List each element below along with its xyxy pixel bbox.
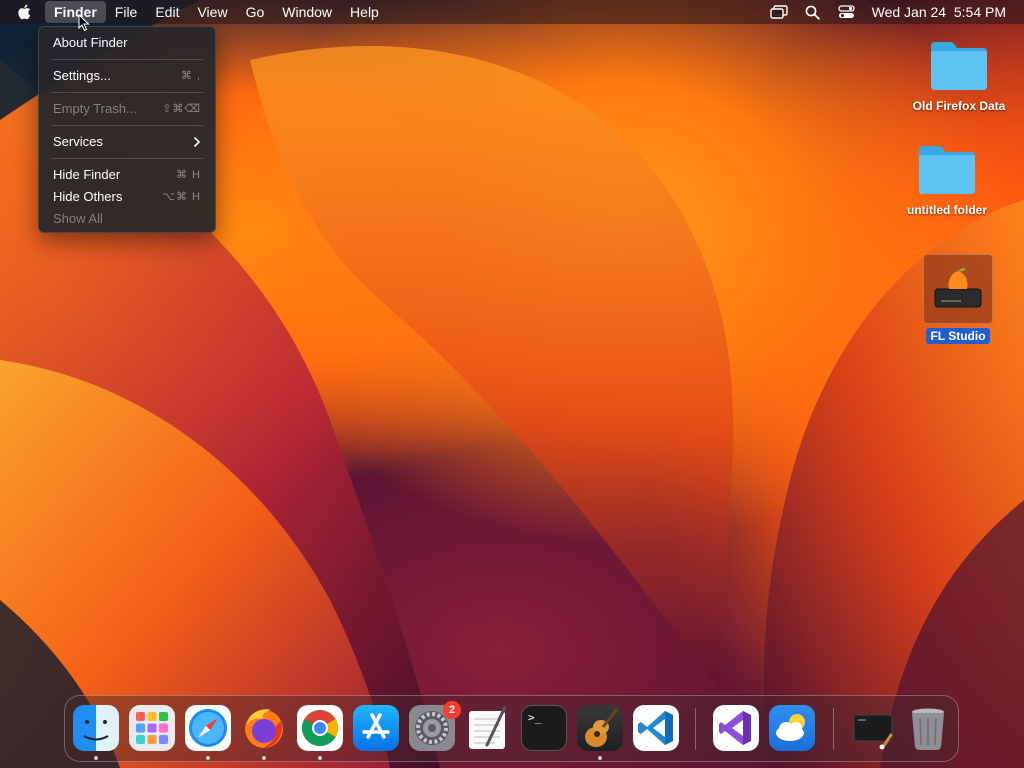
folder-icon: [919, 146, 975, 194]
running-indicator: [598, 756, 602, 760]
menu-help[interactable]: Help: [341, 1, 388, 23]
menu-item-about-finder[interactable]: About Finder: [39, 32, 215, 54]
screen-mirroring-icon: [769, 5, 788, 19]
menu-item-settings[interactable]: Settings... ⌘ ,: [39, 65, 215, 87]
menu-item-label: Empty Trash...: [53, 101, 137, 116]
control-center-icon: [838, 5, 855, 18]
terminal-prompt: >_: [528, 711, 542, 724]
menu-finder[interactable]: Finder: [45, 1, 106, 23]
dock-item-system-settings[interactable]: 2: [409, 701, 461, 751]
launchpad-icon: [129, 705, 175, 751]
menu-item-hide-others[interactable]: Hide Others ⌥⌘ H: [39, 186, 215, 208]
textedit-icon: [465, 705, 511, 751]
dock-separator: [833, 708, 834, 750]
menu-item-empty-trash: Empty Trash... ⇧⌘⌫: [39, 98, 215, 120]
menu-item-shortcut: ⌘ H: [176, 169, 201, 181]
menu-window[interactable]: Window: [273, 1, 341, 23]
desktop-item-fl-studio[interactable]: FL Studio: [918, 254, 998, 344]
menu-item-label: Hide Others: [53, 189, 123, 204]
apple-menu-button[interactable]: [17, 0, 37, 24]
running-indicator: [94, 756, 98, 760]
menu-bar: Finder File Edit View Go Window Help Wed…: [0, 0, 1024, 24]
spotlight-button[interactable]: [804, 3, 822, 21]
visual-studio-icon: [713, 705, 759, 751]
finder-icon: [73, 705, 119, 751]
desktop-item-untitled-folder[interactable]: untitled folder: [896, 142, 998, 217]
menu-view[interactable]: View: [188, 1, 236, 23]
stack-icon: [851, 705, 897, 751]
dock-item-garageband[interactable]: [577, 705, 623, 751]
menu-item-label: Services: [53, 134, 103, 149]
menu-item-label: Hide Finder: [53, 167, 121, 182]
desktop-item-label: FL Studio: [926, 328, 990, 344]
dock-item-vscode[interactable]: [633, 705, 679, 751]
dock-item-chrome[interactable]: [297, 705, 343, 751]
dock: 2 >_: [64, 695, 959, 762]
menu-go[interactable]: Go: [237, 1, 274, 23]
trash-icon: [905, 705, 951, 751]
running-indicator: [318, 756, 322, 760]
dock-item-firefox[interactable]: [241, 705, 287, 751]
menu-item-shortcut: ⇧⌘⌫: [162, 103, 201, 115]
desktop-item-label: Old Firefox Data: [912, 99, 1006, 113]
dock-item-app-store[interactable]: [353, 705, 399, 751]
vscode-icon: [633, 705, 679, 751]
running-indicator: [206, 756, 210, 760]
dock-item-safari[interactable]: [185, 705, 231, 751]
terminal-icon: >_: [521, 705, 567, 751]
dock-separator: [695, 708, 696, 750]
dock-item-stack[interactable]: [851, 705, 897, 751]
menu-item-label: Settings...: [53, 68, 111, 83]
fl-studio-disk-thumbnail: [923, 254, 993, 324]
notification-badge: 2: [443, 701, 461, 719]
dock-item-finder[interactable]: [73, 705, 119, 751]
dock-item-trash[interactable]: [905, 705, 951, 751]
menubar-clock[interactable]: Wed Jan 24 5:54 PM: [872, 4, 1006, 20]
chevron-right-icon: [193, 136, 201, 148]
weather-icon: [769, 705, 815, 751]
chrome-icon: [297, 705, 343, 751]
menu-item-shortcut: ⌥⌘ H: [162, 191, 201, 203]
mouse-cursor-icon: [78, 14, 90, 32]
dock-item-visual-studio[interactable]: [713, 705, 759, 751]
menu-item-shortcut: ⌘ ,: [180, 70, 201, 82]
menu-item-show-all: Show All: [39, 208, 215, 230]
menu-separator: [51, 59, 203, 60]
dock-item-textedit[interactable]: [465, 705, 511, 751]
disk-image-icon: [934, 268, 982, 308]
menu-item-services[interactable]: Services: [39, 131, 215, 153]
menu-separator: [51, 92, 203, 93]
desktop-item-label: untitled folder: [907, 203, 987, 217]
desktop-item-old-firefox-data[interactable]: Old Firefox Data: [906, 38, 1012, 113]
app-store-icon: [353, 705, 399, 751]
apple-logo-icon: [18, 4, 31, 20]
firefox-icon: [241, 705, 287, 751]
menu-item-hide-finder[interactable]: Hide Finder ⌘ H: [39, 164, 215, 186]
menu-separator: [51, 158, 203, 159]
finder-menu-dropdown: About Finder Settings... ⌘ , Empty Trash…: [38, 26, 216, 233]
control-center-button[interactable]: [838, 3, 856, 21]
menu-separator: [51, 125, 203, 126]
garageband-icon: [577, 705, 623, 751]
screen-mirroring-button[interactable]: [769, 3, 788, 21]
dock-item-weather[interactable]: [769, 705, 815, 751]
menu-item-label: About Finder: [53, 35, 128, 50]
safari-icon: [185, 705, 231, 751]
menu-item-label: Show All: [53, 211, 103, 226]
folder-icon: [931, 42, 987, 90]
dock-item-launchpad[interactable]: [129, 705, 175, 751]
running-indicator: [262, 756, 266, 760]
search-icon: [805, 5, 820, 20]
menu-file[interactable]: File: [106, 1, 147, 23]
menu-edit[interactable]: Edit: [146, 1, 188, 23]
dock-item-terminal[interactable]: >_: [521, 705, 567, 751]
